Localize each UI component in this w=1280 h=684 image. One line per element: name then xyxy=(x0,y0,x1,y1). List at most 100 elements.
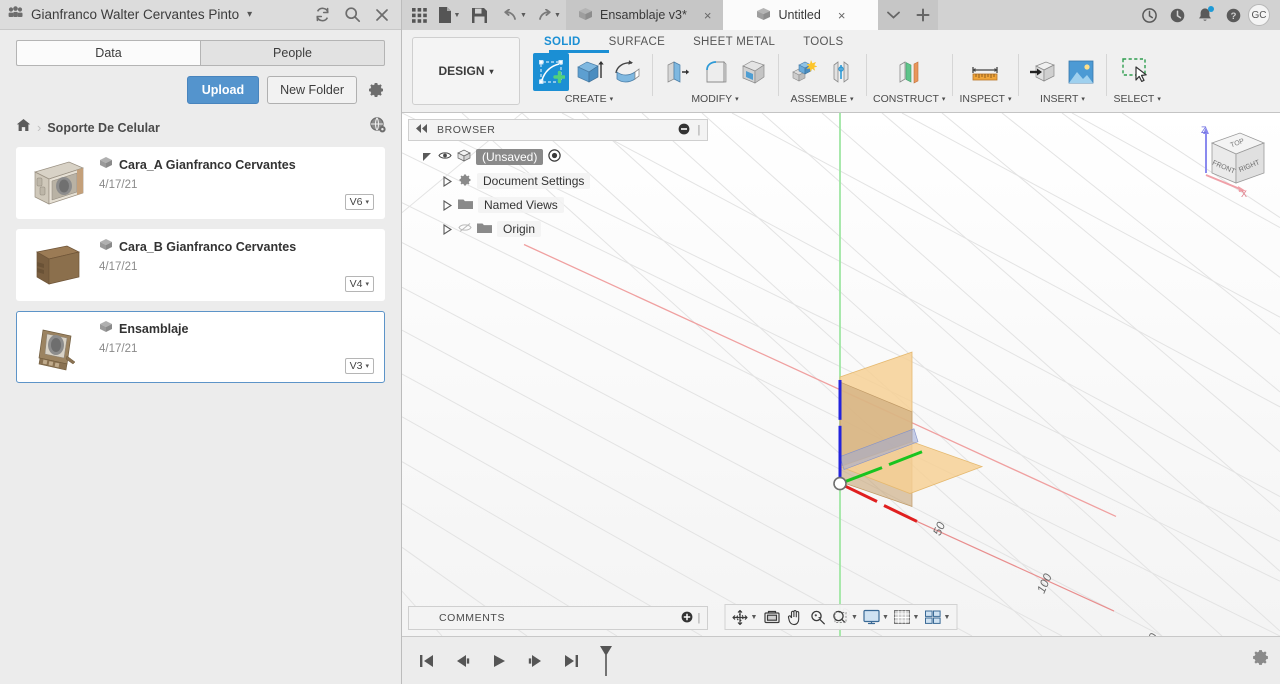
revolve-icon[interactable] xyxy=(609,53,645,91)
eye-icon[interactable] xyxy=(438,150,452,164)
tab-people[interactable]: People xyxy=(200,40,385,66)
new-file-icon[interactable]: ▼ xyxy=(432,2,466,28)
joint-icon[interactable] xyxy=(823,53,859,91)
add-comment-icon[interactable] xyxy=(681,611,693,626)
select-icons xyxy=(1117,52,1157,92)
create-sketch-icon[interactable] xyxy=(533,53,569,91)
notifications-icon[interactable] xyxy=(1192,2,1218,28)
step-forward-icon[interactable] xyxy=(522,648,548,674)
search-icon[interactable] xyxy=(341,4,363,26)
new-tab-button[interactable] xyxy=(908,0,939,30)
gear-icon[interactable] xyxy=(365,79,387,101)
ribbon-tab-tools[interactable]: TOOLS xyxy=(789,34,857,50)
browser-tree: (Unsaved) Document Settings Named Views … xyxy=(408,145,708,241)
tree-node-named-views[interactable]: Named Views xyxy=(408,193,708,217)
undo-icon[interactable]: ▼ xyxy=(498,2,532,28)
pan-icon[interactable] xyxy=(784,606,806,628)
account-chevron-down-icon[interactable]: ▾ xyxy=(247,9,252,20)
zoom-icon[interactable] xyxy=(807,606,829,628)
tree-node-unsaved[interactable]: (Unsaved) xyxy=(408,145,708,169)
expand-triangle-icon[interactable] xyxy=(422,152,433,163)
job-status-icon[interactable] xyxy=(1136,2,1162,28)
expand-triangle-icon[interactable] xyxy=(442,223,453,235)
eye-hidden-icon[interactable] xyxy=(458,222,472,236)
help-icon[interactable]: ? xyxy=(1220,2,1246,28)
look-at-icon[interactable] xyxy=(761,606,783,628)
insert-derive-icon[interactable] xyxy=(1025,53,1061,91)
comments-panel[interactable]: COMMENTS | xyxy=(408,606,708,630)
upload-button[interactable]: Upload xyxy=(186,76,260,104)
offset-plane-icon[interactable] xyxy=(891,53,927,91)
go-to-beginning-icon[interactable] xyxy=(414,648,440,674)
new-component-icon[interactable] xyxy=(785,53,821,91)
zoom-window-icon[interactable]: ▼ xyxy=(830,606,860,628)
redo-icon[interactable]: ▼ xyxy=(532,2,566,28)
display-settings-icon[interactable]: ▼ xyxy=(861,606,891,628)
gear-icon[interactable] xyxy=(1251,648,1270,672)
select-window-icon[interactable] xyxy=(1117,53,1157,91)
ribbon-tab-solid[interactable]: SOLID xyxy=(530,34,595,50)
version-badge[interactable]: V4 ▾ xyxy=(344,276,374,292)
ribbon-group-label[interactable]: INSPECT ▾ xyxy=(959,93,1011,105)
tree-node-origin[interactable]: Origin xyxy=(408,217,708,241)
ribbon-group-label[interactable]: INSERT ▾ xyxy=(1040,93,1085,105)
extrude-icon[interactable] xyxy=(571,53,607,91)
close-icon[interactable]: × xyxy=(838,8,846,23)
list-item[interactable]: Ensamblaje 4/17/21 V3 ▾ xyxy=(16,311,385,383)
close-icon[interactable] xyxy=(371,4,393,26)
shell-icon[interactable] xyxy=(735,53,771,91)
ribbon-group-label[interactable]: ASSEMBLE ▾ xyxy=(790,93,853,105)
viewport[interactable]: 50 50 100 150 200 BROWSER xyxy=(402,113,1280,636)
component-icon xyxy=(756,7,771,24)
expand-triangle-icon[interactable] xyxy=(442,175,453,187)
ribbon-group-label[interactable]: CONSTRUCT ▾ xyxy=(873,93,945,105)
collapse-left-icon[interactable] xyxy=(415,124,429,136)
activate-icon[interactable] xyxy=(548,149,562,165)
document-tab-untitled[interactable]: Untitled × xyxy=(723,0,879,30)
chevron-down-icon: ▼ xyxy=(554,11,561,19)
resize-handle[interactable]: | xyxy=(693,612,701,624)
list-item[interactable]: Cara_A Gianfranco Cervantes 4/17/21 V6 ▾ xyxy=(16,147,385,219)
version-badge[interactable]: V3 ▾ xyxy=(344,358,374,374)
recent-icon[interactable] xyxy=(1164,2,1190,28)
ribbon-tab-sheet-metal[interactable]: SHEET METAL xyxy=(679,34,789,50)
grid-apps-icon[interactable] xyxy=(406,2,432,28)
expand-triangle-icon[interactable] xyxy=(442,199,453,211)
orbit-icon[interactable]: ▼ xyxy=(730,606,760,628)
timeline-marker-icon[interactable] xyxy=(594,645,618,677)
minimize-icon[interactable] xyxy=(678,123,690,138)
viewcube[interactable]: TOP FRONT RIGHT Z X xyxy=(1182,121,1272,199)
ribbon-group-label[interactable]: SELECT ▾ xyxy=(1113,93,1160,105)
fillet-icon[interactable] xyxy=(697,53,733,91)
refresh-icon[interactable] xyxy=(311,4,333,26)
document-tab-ensamblaje[interactable]: Ensamblaje v3* × xyxy=(566,0,724,30)
breadcrumb-current[interactable]: Soporte De Celular xyxy=(47,121,160,135)
viewports-icon[interactable]: ▼ xyxy=(923,606,953,628)
save-icon[interactable] xyxy=(466,2,492,28)
tab-data[interactable]: Data xyxy=(16,40,200,66)
measure-icon[interactable] xyxy=(967,53,1003,91)
list-item-meta: Ensamblaje 4/17/21 V3 ▾ xyxy=(89,320,374,374)
new-folder-button[interactable]: New Folder xyxy=(267,76,357,104)
tab-list-chevron-down-icon[interactable] xyxy=(878,0,909,30)
canvas-image-icon[interactable] xyxy=(1063,53,1099,91)
workspace-switcher[interactable]: DESIGN ▾ xyxy=(412,37,520,105)
list-item[interactable]: Cara_B Gianfranco Cervantes 4/17/21 V4 ▾ xyxy=(16,229,385,301)
play-icon[interactable] xyxy=(486,648,512,674)
avatar[interactable]: GC xyxy=(1248,4,1270,26)
resize-handle[interactable]: | xyxy=(698,124,701,136)
tree-node-document-settings[interactable]: Document Settings xyxy=(408,169,708,193)
step-back-icon[interactable] xyxy=(450,648,476,674)
globe-eye-icon[interactable] xyxy=(369,116,387,139)
go-to-end-icon[interactable] xyxy=(558,648,584,674)
home-icon[interactable] xyxy=(16,118,31,137)
grid-snap-icon[interactable]: ▼ xyxy=(892,606,922,628)
version-badge[interactable]: V6 ▾ xyxy=(344,194,374,210)
ribbon-group-label[interactable]: MODIFY ▾ xyxy=(691,93,738,105)
press-pull-icon[interactable] xyxy=(659,53,695,91)
ribbon-group-label[interactable]: CREATE ▾ xyxy=(565,93,613,105)
tree-node-label: (Unsaved) xyxy=(476,149,544,165)
close-icon[interactable]: × xyxy=(704,8,712,23)
application-bar-right: ? GC xyxy=(1136,2,1276,28)
ribbon-tab-surface[interactable]: SURFACE xyxy=(595,34,679,50)
